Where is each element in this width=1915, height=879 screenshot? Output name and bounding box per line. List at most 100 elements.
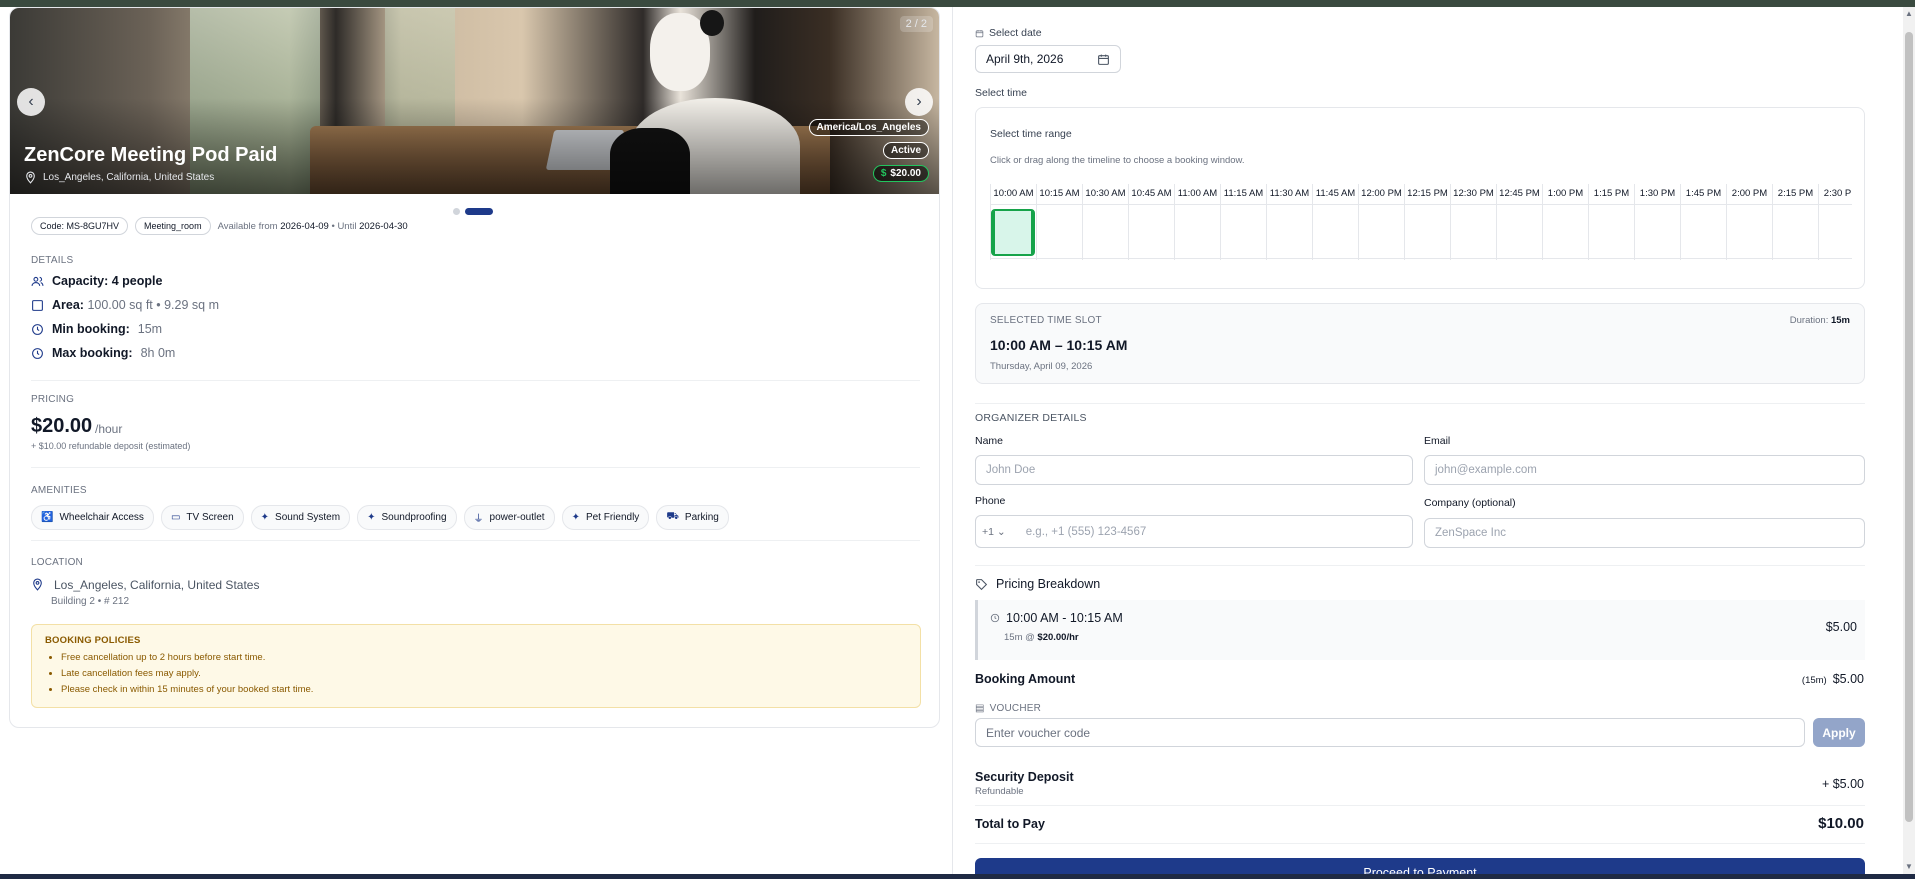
timeline-label: 2:15 PM [1772,184,1818,204]
carousel-dot-active[interactable] [465,208,493,215]
chevron-right-icon: › [916,93,922,110]
calendar-icon [1098,54,1109,65]
timeline-slot[interactable] [1036,205,1082,260]
amenities-heading: AMENITIES [31,485,87,496]
timeline-label: 2:30 PM [1818,184,1852,204]
timeline-slot[interactable] [1496,205,1542,260]
time-range-hint: Click or drag along the timeline to choo… [990,155,1245,166]
area-value: 100.00 sq ft • 9.29 sq m [87,298,219,312]
location-row: Los_Angeles, California, United States [31,578,259,592]
divider [975,565,1865,566]
min-booking-value: 15m [137,322,163,336]
company-input[interactable]: ZenSpace Inc [1424,518,1865,548]
phone-input[interactable]: +1 ⌄ e.g., +1 (555) 123-4567 [975,515,1413,548]
email-input[interactable]: john@example.com [1424,455,1865,485]
carousel-prev-button[interactable]: ‹ [17,88,45,116]
scrollbar-thumb[interactable] [1905,32,1913,822]
timeline-label: 11:30 AM [1266,184,1312,204]
amenity-chip: ✦ Soundproofing [357,505,457,530]
breakdown-rate: 15m @ $20.00/hr [1004,632,1079,643]
timeline-slot[interactable] [1634,205,1680,260]
timeline-slot[interactable] [1312,205,1358,260]
date-picker[interactable]: April 9th, 2026 [975,45,1121,73]
capacity-text: Capacity: 4 people [52,274,163,288]
duration: Duration: 15m [1790,315,1850,326]
timeline-cells[interactable] [990,204,1852,260]
carousel-dot[interactable] [453,208,460,215]
timeline-slot[interactable] [1082,205,1128,260]
timeline-slot[interactable] [1588,205,1634,260]
time-range-card: Select time range Click or drag along th… [975,107,1865,289]
duration-value: 15m [1830,315,1850,326]
hash-icon: # [103,596,110,607]
timeline-label: 1:15 PM [1588,184,1634,204]
space-image-carousel: 2 / 2 ‹ › ZenCore Meeting Pod Paid Los_A… [10,8,939,194]
timeline-slot[interactable] [1726,205,1772,260]
name-label: Name [975,435,1004,447]
name-input[interactable]: John Doe [975,455,1413,485]
timeline-slot[interactable] [1404,205,1450,260]
policies-title: BOOKING POLICIES [45,635,141,646]
tag-icon [976,578,988,590]
security-deposit-amount: + $5.00 [1821,777,1864,791]
calendar-icon [975,29,984,37]
amenity-label: Parking [684,512,719,523]
name-placeholder: John Doe [986,464,1036,476]
time-range-title: Select time range [990,128,1072,140]
amenities-list: ♿ Wheelchair Access ▭ TV Screen ✦ Sound Sys… [31,505,729,530]
deposit-note: + $10.00 refundable deposit (estimated) [31,441,191,451]
carousel-next-button[interactable]: › [905,88,933,116]
timeline-slot[interactable] [1680,205,1726,260]
divider [975,403,1865,404]
timeline-label: 11:15 AM [1220,184,1266,204]
browser-top-bar [0,0,1915,7]
timeline-slot[interactable] [1220,205,1266,260]
dollar-icon: $ [880,168,887,179]
timeline-header: 10:00 AM 10:15 AM 10:30 AM 10:45 AM 11:00 AM… [990,184,1852,204]
timeline-slot[interactable] [1128,205,1174,260]
timeline-slot[interactable] [1818,205,1852,260]
scroll-down-icon[interactable]: ▼ [1903,861,1915,873]
timeline-label: 10:00 AM [990,184,1036,204]
map-pin-icon [26,171,35,184]
timeline-slot[interactable] [1174,205,1220,260]
apply-voucher-button[interactable]: Apply [1813,718,1865,747]
selected-time-block[interactable] [991,209,1035,256]
booking-amount-label: Booking Amount [975,672,1076,686]
amenity-label: Soundproofing [381,512,447,523]
email-label: Email [1424,435,1451,447]
policy-item: Free cancellation up to 2 hours before s… [61,652,907,663]
min-booking-row: Min booking: 15m [31,322,162,336]
timeline[interactable]: 10:00 AM 10:15 AM 10:30 AM 10:45 AM 11:00 AM… [990,184,1852,274]
timeline-slot[interactable] [1266,205,1312,260]
location-building: Building 2 • # 212 [51,596,129,607]
breakdown-line: 10:00 AM - 10:15 AM 15m @ $20.00/hr $5.0… [975,600,1865,660]
scroll-up-icon[interactable]: ▲ [1903,8,1915,20]
amenity-label: TV Screen [186,512,234,523]
amenity-chip: ▭ TV Screen [160,505,244,530]
amenity-chip: ✦ Sound System [250,505,351,530]
divider [975,843,1865,844]
image-counter: 2 / 2 [899,16,933,32]
timeline-slot[interactable] [1450,205,1496,260]
tv-icon: ▭ [170,512,181,523]
divider [31,467,920,468]
timeline-slot[interactable] [1542,205,1588,260]
voucher-label-text: VOUCHER [989,703,1042,714]
timeline-slot[interactable] [1358,205,1404,260]
price-badge: $ $20.00 [872,165,929,182]
clock-icon [32,323,43,335]
timeline-label: 2:00 PM [1726,184,1772,204]
security-deposit-label: Security Deposit [975,770,1074,784]
country-code-select[interactable]: +1 ⌄ [982,526,1006,538]
voucher-input[interactable]: Enter voucher code [975,718,1805,747]
selected-slot-time: 10:00 AM – 10:15 AM [990,337,1128,353]
timeline-label: 1:45 PM [1680,184,1726,204]
price-unit: /hour [95,422,123,436]
clock-icon [990,613,1000,623]
proceed-to-payment-button[interactable]: Proceed to Payment [975,858,1865,874]
space-type-tag: Meeting_room [135,217,211,235]
timeline-label: 11:00 AM [1174,184,1220,204]
amenity-label: Sound System [275,512,341,523]
timeline-slot[interactable] [1772,205,1818,260]
